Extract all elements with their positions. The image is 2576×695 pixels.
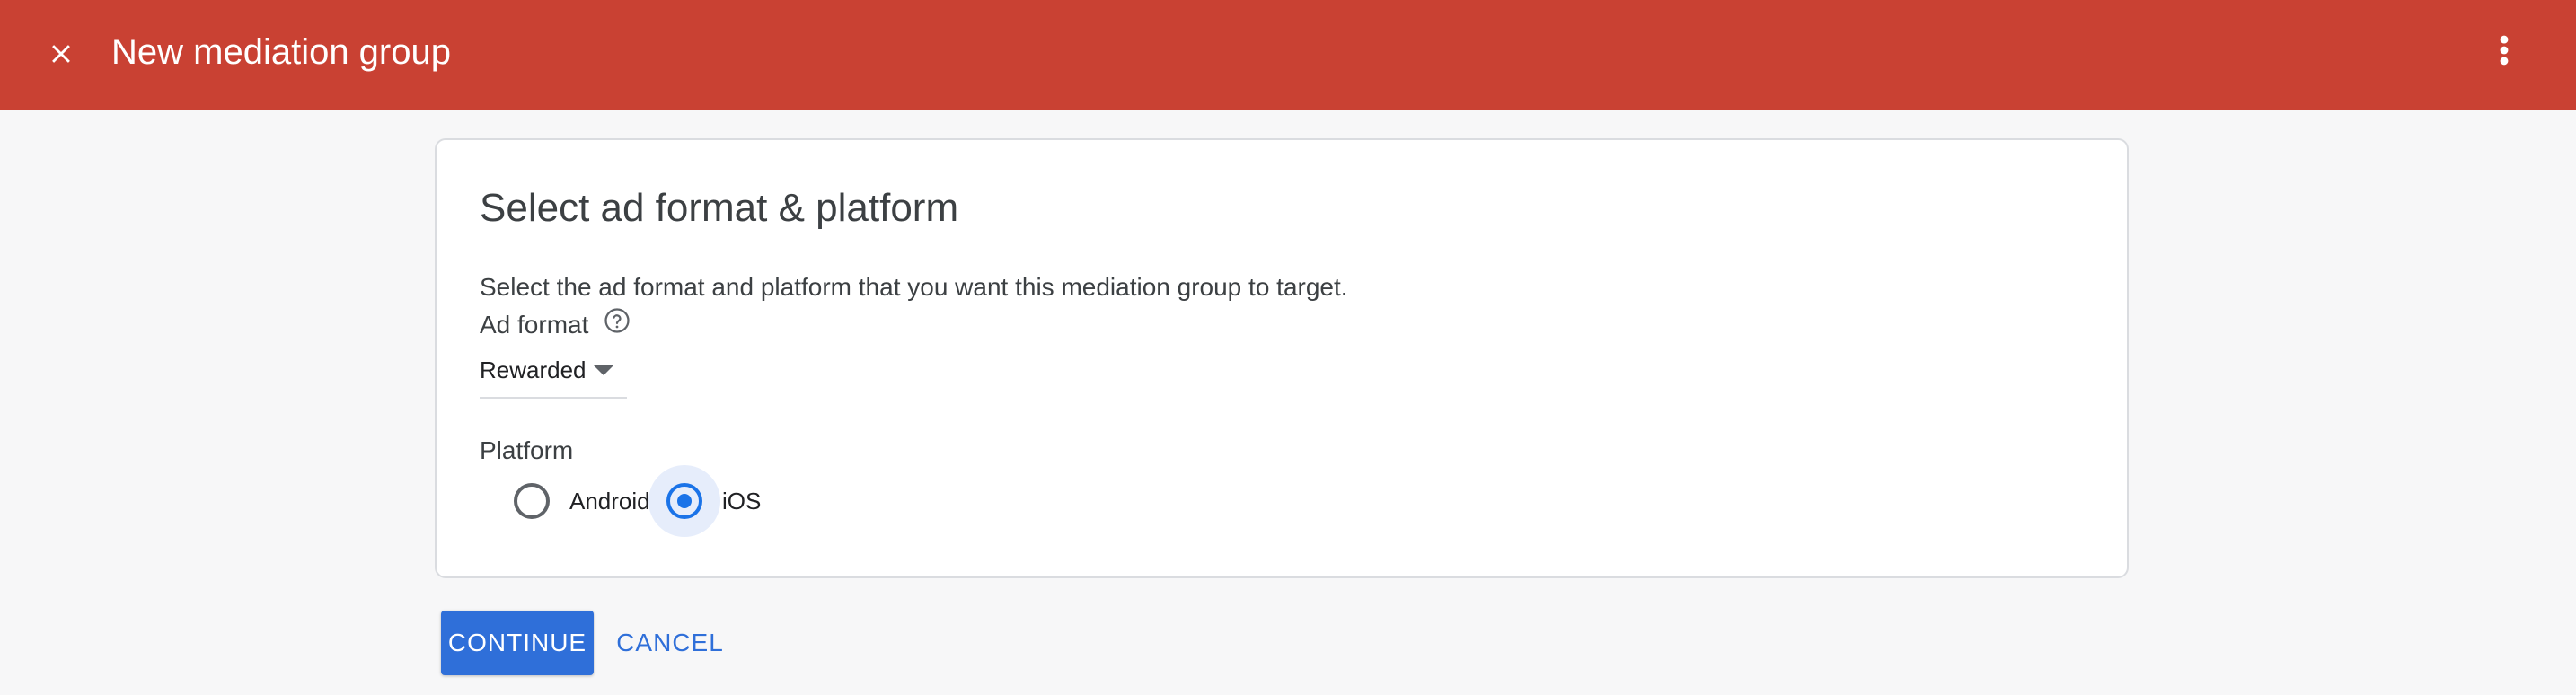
- card-title: Select ad format & platform: [480, 186, 959, 230]
- ad-format-selected-value: Rewarded: [480, 356, 587, 383]
- more-vert-icon: [2500, 35, 2509, 66]
- platform-radio-ios[interactable]: iOS: [648, 465, 774, 537]
- radio-label-android: Android: [569, 488, 650, 515]
- card-description: Select the ad format and platform that y…: [480, 273, 1348, 301]
- radio-checked-icon: [666, 483, 702, 519]
- more-options-button[interactable]: [2481, 25, 2527, 75]
- platform-label: Platform: [480, 436, 574, 464]
- ad-format-platform-card: Select ad format & platform Select the a…: [435, 138, 2129, 578]
- close-button[interactable]: [36, 29, 86, 79]
- ad-format-label: Ad format: [480, 311, 589, 339]
- radio-label-ios: iOS: [722, 488, 762, 515]
- radio-dot: [677, 494, 692, 508]
- app-header: New mediation group: [0, 0, 2576, 110]
- arrow-drop-down-icon: [593, 365, 614, 375]
- help-outline-icon[interactable]: [604, 307, 631, 334]
- page-title: New mediation group: [111, 32, 451, 72]
- continue-button[interactable]: CONTINUE: [441, 611, 594, 675]
- radio-unchecked-icon: [514, 483, 550, 519]
- cancel-button[interactable]: CANCEL: [607, 611, 733, 675]
- ad-format-select[interactable]: Rewarded: [480, 348, 627, 399]
- radio-ring: [496, 465, 568, 537]
- platform-radio-android[interactable]: Android: [496, 465, 650, 537]
- close-icon: [52, 45, 70, 63]
- radio-focus-ring: [648, 465, 720, 537]
